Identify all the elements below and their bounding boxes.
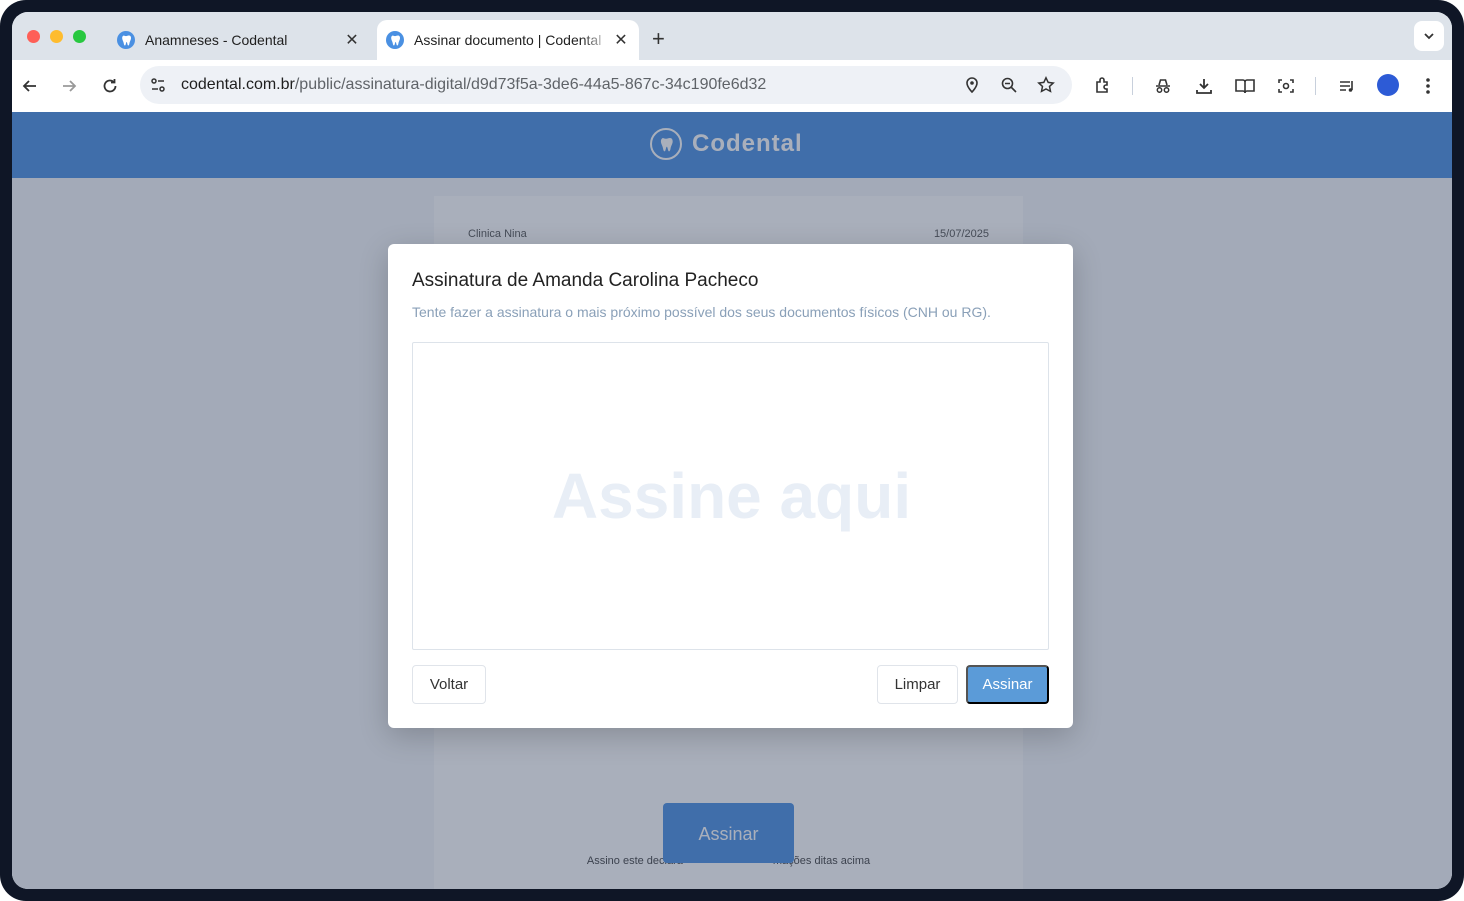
incognito-icon[interactable]: [1151, 74, 1175, 98]
url-path: /public/assinatura-digital/d9d73f5a-3de6…: [294, 76, 767, 93]
media-queue-icon[interactable]: [1335, 74, 1359, 98]
menu-kebab-icon[interactable]: [1416, 74, 1440, 98]
lens-icon[interactable]: [1274, 74, 1298, 98]
back-button[interactable]: Voltar: [412, 665, 486, 704]
tooth-icon: [386, 31, 404, 49]
close-tab-icon[interactable]: ✕: [611, 30, 631, 50]
signature-modal: Assinatura de Amanda Carolina Pacheco Te…: [388, 244, 1073, 728]
tooth-icon: [117, 31, 135, 49]
tab-title: Assinar documento | Codental: [414, 32, 602, 48]
sign-button[interactable]: Assinar: [966, 665, 1049, 704]
tab-title: Anamneses - Codental: [145, 32, 288, 48]
bookmark-star-icon[interactable]: [1034, 73, 1058, 97]
url-host: codental.com.br: [181, 76, 295, 93]
page-content: Codental Clinica Nina 15/07/2025 Assino …: [12, 112, 1452, 889]
chevron-down-icon: [1424, 33, 1434, 40]
reload-icon: [103, 79, 117, 93]
maximize-window-button[interactable]: [73, 30, 86, 43]
close-tab-icon[interactable]: ✕: [342, 30, 362, 50]
browser-window: Anamneses - Codental ✕ Assinar documento…: [12, 12, 1452, 889]
zoom-icon[interactable]: [997, 73, 1021, 97]
location-pin-icon[interactable]: [960, 73, 984, 97]
clear-button[interactable]: Limpar: [877, 665, 958, 704]
arrow-left-icon: [22, 80, 36, 92]
profile-avatar[interactable]: [1377, 74, 1399, 96]
new-tab-button[interactable]: +: [652, 26, 665, 52]
forward-button[interactable]: [57, 74, 81, 98]
tab-search-button[interactable]: [1414, 21, 1444, 51]
reading-mode-icon[interactable]: [1233, 74, 1257, 98]
arrow-right-icon: [63, 80, 77, 92]
close-window-button[interactable]: [27, 30, 40, 43]
device-frame: Anamneses - Codental ✕ Assinar documento…: [0, 0, 1464, 901]
browser-toolbar: codental.com.br/public/assinatura-digita…: [12, 60, 1452, 112]
download-icon[interactable]: [1192, 74, 1216, 98]
toolbar-separator: [1315, 77, 1316, 95]
tab-assinar-documento[interactable]: Assinar documento | Codental ✕: [377, 20, 639, 60]
url-text: codental.com.br/public/assinatura-digita…: [181, 76, 766, 94]
signature-pad[interactable]: Assine aqui: [412, 342, 1049, 650]
modal-subtitle: Tente fazer a assinatura o mais próximo …: [412, 304, 991, 320]
signature-placeholder: Assine aqui: [551, 460, 912, 532]
extensions-icon[interactable]: [1091, 74, 1115, 98]
modal-title: Assinatura de Amanda Carolina Pacheco: [412, 270, 759, 291]
address-bar[interactable]: codental.com.br/public/assinatura-digita…: [140, 66, 1072, 104]
toolbar-separator: [1132, 77, 1133, 95]
reload-button[interactable]: [98, 74, 122, 98]
tab-strip: Anamneses - Codental ✕ Assinar documento…: [12, 12, 1452, 60]
site-settings-icon[interactable]: [146, 73, 170, 97]
minimize-window-button[interactable]: [50, 30, 63, 43]
tab-anamneses[interactable]: Anamneses - Codental ✕: [108, 20, 370, 60]
back-button[interactable]: [18, 74, 42, 98]
